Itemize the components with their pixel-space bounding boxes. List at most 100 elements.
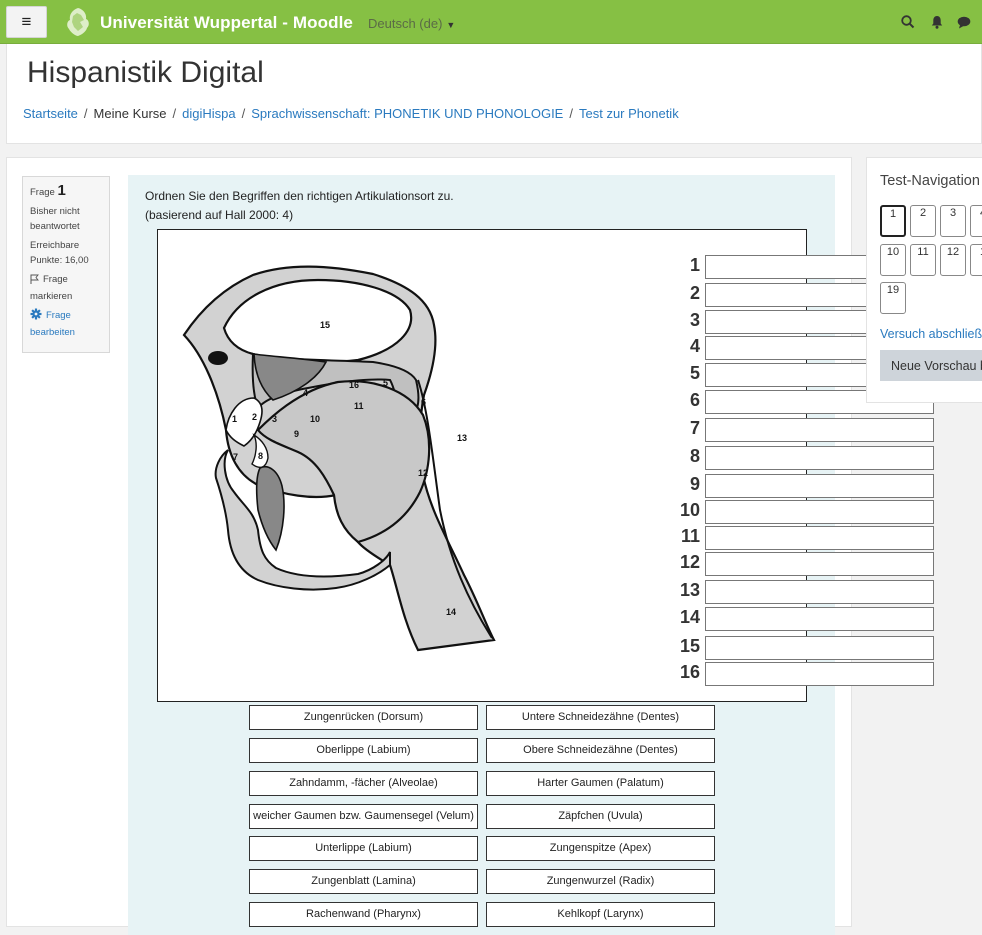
drop-number-11: 11 [680, 526, 700, 546]
question-nav-button[interactable]: 10 [880, 244, 906, 276]
gear-icon [30, 308, 42, 325]
drop-target-13[interactable] [705, 580, 934, 604]
breadcrumb-course[interactable]: digiHispa [182, 106, 235, 121]
drag-choice[interactable]: Harter Gaumen (Palatum) [486, 771, 715, 796]
drag-choice[interactable]: Obere Schneidezähne (Dentes) [486, 738, 715, 763]
drop-target-11[interactable] [705, 526, 934, 550]
diagram-label-6: 6 [421, 397, 426, 407]
diagram-label-1: 1 [232, 414, 237, 424]
language-selector[interactable]: Deutsch (de) ▼ [368, 16, 455, 31]
drop-target-12[interactable] [705, 552, 934, 576]
site-name[interactable]: Universität Wuppertal - Moodle [100, 13, 353, 33]
drop-number-13: 13 [679, 580, 700, 600]
top-navbar: ≡ Universität Wuppertal - Moodle Deutsch… [0, 0, 982, 44]
question-text: Ordnen Sie den Begriffen den richtigen A… [145, 187, 454, 225]
question-nav-button[interactable]: 11 [910, 244, 936, 276]
drag-choice[interactable]: Unterlippe (Labium) [249, 836, 478, 861]
finish-attempt-link[interactable]: Versuch abschließen [880, 327, 982, 341]
drop-number-2: 2 [689, 283, 700, 303]
drag-choice[interactable]: Zahndamm, -fächer (Alveolae) [249, 771, 478, 796]
diagram-label-9: 9 [294, 429, 299, 439]
diagram-label-12: 12 [418, 468, 428, 478]
edit-question-link[interactable]: Frage bearbeiten [30, 308, 102, 340]
drop-target-16[interactable] [705, 662, 934, 686]
drop-target-8[interactable] [705, 446, 934, 470]
caret-down-icon: ▼ [446, 20, 456, 30]
breadcrumb-home[interactable]: Startseite [23, 106, 78, 121]
question-points: Erreichbare Punkte: 16,00 [30, 240, 89, 266]
breadcrumb-separator: / [241, 106, 246, 121]
diagram-label-14: 14 [446, 607, 456, 617]
question-nav-button[interactable]: 12 [940, 244, 966, 276]
question-number: Frage 1 [30, 183, 102, 200]
drop-target-9[interactable] [705, 474, 934, 498]
diagram-label-2: 2 [252, 412, 257, 422]
question-nav-button[interactable]: 4 [970, 205, 982, 237]
breadcrumb-separator: / [83, 106, 88, 121]
diagram-label-16: 16 [349, 380, 359, 390]
drop-target-7[interactable] [705, 418, 934, 442]
diagram-label-15: 15 [320, 320, 330, 330]
drag-choice[interactable]: weicher Gaumen bzw. Gaumensegel (Velum) [249, 804, 478, 829]
page-title: Hispanistik Digital [27, 56, 264, 89]
drop-target-15[interactable] [705, 636, 934, 660]
drop-target-14[interactable] [705, 607, 934, 631]
diagram-label-5: 5 [383, 378, 388, 388]
drop-number-16: 16 [679, 662, 700, 682]
drop-number-9: 9 [689, 474, 700, 494]
drop-number-14: 14 [679, 607, 700, 627]
chat-icon[interactable] [956, 14, 972, 30]
university-logo-icon[interactable] [63, 6, 93, 38]
question-nav-button[interactable]: 1 [970, 244, 982, 276]
drag-choice[interactable]: Kehlkopf (Larynx) [486, 902, 715, 927]
drop-number-4: 4 [689, 336, 700, 356]
question-source: (basierend auf Hall 2000: 4) [145, 208, 294, 222]
drop-number-7: 7 [689, 418, 700, 438]
drag-choice[interactable]: Rachenwand (Pharynx) [249, 902, 478, 927]
drop-number-6: 6 [689, 390, 700, 410]
question-nav-button[interactable]: 2 [910, 205, 936, 237]
search-icon[interactable] [900, 14, 916, 30]
drag-choice[interactable]: Untere Schneidezähne (Dentes) [486, 705, 715, 730]
drop-number-1: 1 [689, 255, 700, 275]
diagram-label-11: 11 [354, 401, 364, 411]
question-instruction: Ordnen Sie den Begriffen den richtigen A… [145, 189, 454, 203]
breadcrumb-quiz[interactable]: Test zur Phonetik [579, 106, 679, 121]
drag-choice[interactable]: Oberlippe (Labium) [249, 738, 478, 763]
quiz-navigation-block: Test-Navigation 1234101112119 Versuch ab… [866, 157, 982, 403]
page-header: Hispanistik Digital Startseite / Meine Kur… [6, 44, 982, 144]
menu-toggle-button[interactable]: ≡ [6, 6, 47, 38]
quiz-navigation-title: Test-Navigation [880, 173, 980, 189]
diagram-label-3: 3 [272, 414, 277, 424]
drag-choice[interactable]: Zungenblatt (Lamina) [249, 869, 478, 894]
diagram-label-4: 4 [303, 388, 308, 398]
breadcrumb-separator: / [569, 106, 573, 121]
drop-number-12: 12 [679, 552, 700, 572]
breadcrumb-separator: / [172, 106, 177, 121]
drop-number-10: 10 [679, 500, 700, 520]
question-nav-button[interactable]: 3 [940, 205, 966, 237]
breadcrumb-my-courses: Meine Kurse [93, 106, 167, 121]
question-info-panel: Frage 1 Bisher nicht beantwortet Erreich… [22, 176, 110, 353]
question-nav-button[interactable]: 1 [880, 205, 906, 237]
drag-choice[interactable]: Zungenrücken (Dorsum) [249, 705, 478, 730]
drag-choice[interactable]: Zungenspitze (Apex) [486, 836, 715, 861]
drop-number-8: 8 [689, 446, 700, 466]
question-nav-button[interactable]: 19 [880, 282, 906, 314]
question-number-value: 1 [57, 182, 66, 199]
diagram-label-7: 7 [233, 452, 238, 462]
drag-choice[interactable]: Zäpfchen (Uvula) [486, 804, 715, 829]
drag-choice[interactable]: Zungenwurzel (Radix) [486, 869, 715, 894]
flag-icon [30, 274, 39, 289]
language-label: Deutsch (de) [368, 16, 443, 31]
bell-icon[interactable] [929, 14, 945, 30]
drop-number-3: 3 [689, 310, 700, 330]
drop-target-10[interactable] [705, 500, 934, 524]
flag-question-link[interactable]: Frage markieren [30, 272, 102, 304]
breadcrumb-section[interactable]: Sprachwissenschaft: PHONETIK UND PHONOLO… [251, 106, 563, 121]
diagram-label-10: 10 [310, 414, 320, 424]
menu-icon: ≡ [21, 12, 32, 31]
drop-number-5: 5 [689, 363, 700, 383]
drop-area: 15 16 5 4 11 6 1 2 3 10 9 13 7 8 12 14 1 2 3 4 5 6 7 8 9 10 11 12 1… [157, 229, 934, 702]
new-preview-button[interactable]: Neue Vorschau beginnen [880, 350, 982, 381]
